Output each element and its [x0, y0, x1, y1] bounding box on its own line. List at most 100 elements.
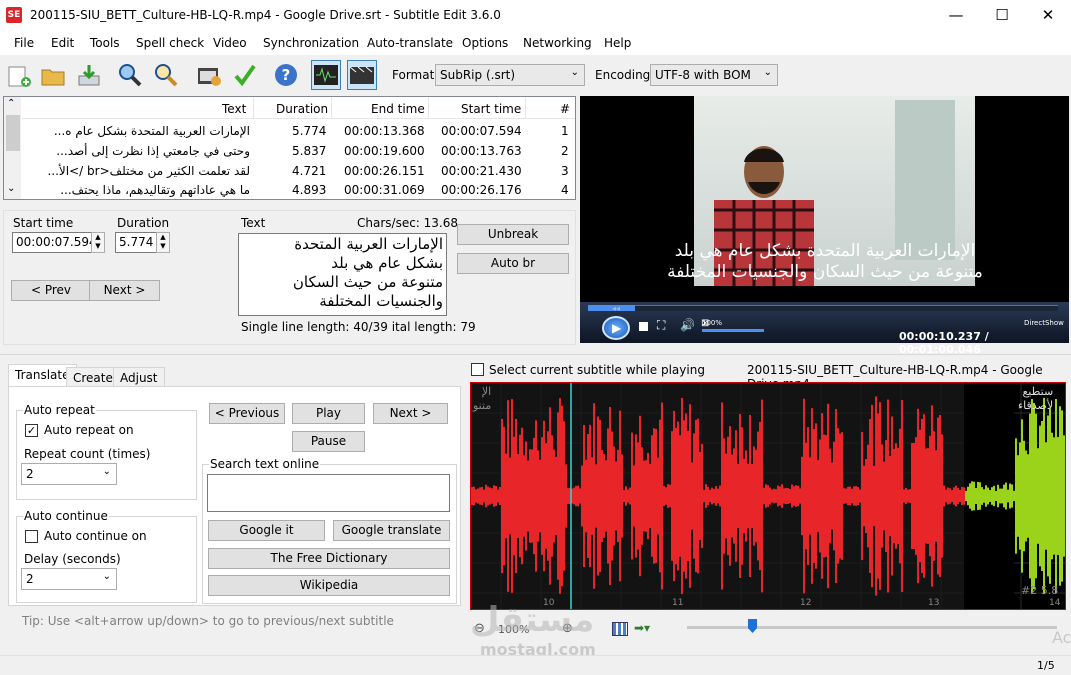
menu-networking[interactable]: Networking — [523, 36, 592, 50]
start-time-input[interactable]: 00:00:07.594 — [12, 232, 97, 253]
activation-hint: Ac — [1052, 628, 1071, 647]
scroll-down-icon[interactable]: ⌄ — [7, 183, 15, 194]
waveform-bar — [687, 430, 689, 562]
encoding-select[interactable]: UTF-8 with BOM ⌄ — [650, 64, 778, 86]
find-icon[interactable] — [115, 60, 145, 90]
play-text-button[interactable]: Play — [292, 403, 365, 424]
minimize-button[interactable]: — — [933, 0, 979, 31]
auto-br-button[interactable]: Auto br — [457, 253, 569, 274]
waveform-toggle-icon[interactable] — [311, 60, 341, 90]
visual-sync-icon[interactable] — [194, 60, 224, 90]
col-duration-header[interactable]: Duration — [276, 102, 328, 116]
waveform-bar — [849, 486, 851, 506]
waveform-bar — [767, 485, 769, 507]
waveform-bar — [795, 485, 797, 507]
unbreak-button[interactable]: Unbreak — [457, 224, 569, 245]
waveform-bar — [661, 402, 663, 590]
waveform-bar — [511, 399, 513, 593]
video-seek-bar[interactable] — [588, 305, 1058, 311]
prev-button[interactable]: < Prev — [11, 280, 91, 301]
auto-repeat-checkbox[interactable]: ✓ — [25, 424, 38, 437]
row-duration: 5.837 — [292, 144, 327, 158]
menu-video[interactable]: Video — [213, 36, 247, 50]
slider-thumb[interactable] — [748, 619, 757, 633]
waveform-bar — [597, 416, 599, 576]
text-label: Text — [241, 216, 266, 230]
menu-edit[interactable]: Edit — [51, 36, 74, 50]
duration-spinner[interactable]: ▲ ▼ — [156, 232, 170, 253]
rewind-icon[interactable]: ◂◂ — [612, 304, 620, 313]
format-select[interactable]: SubRip (.srt) ⌄ — [435, 64, 585, 86]
video-toggle-icon[interactable] — [347, 60, 377, 90]
next-text-button[interactable]: Next > — [373, 403, 448, 424]
stop-icon[interactable] — [639, 322, 648, 331]
menu-tools[interactable]: Tools — [90, 36, 120, 50]
tab-adjust[interactable]: Adjust — [113, 367, 165, 388]
row-num: 1 — [561, 124, 569, 138]
waveform-bar — [559, 398, 561, 594]
play-selection-icon[interactable]: ➡▾ — [634, 621, 650, 635]
maximize-button[interactable]: ☐ — [979, 0, 1025, 31]
search-text-input[interactable] — [207, 474, 450, 512]
waveform-bar — [547, 431, 549, 561]
free-dictionary-button[interactable]: The Free Dictionary — [208, 548, 450, 569]
subtitle-text-editor[interactable]: الإمارات العربية المتحدة بشكل عام هي بلد… — [238, 233, 447, 316]
scroll-up-icon[interactable]: ⌃ — [7, 98, 15, 109]
table-row[interactable]: لقد تعلمت الكثير من مختلف<br />الأ... 4.… — [22, 162, 575, 182]
save-download-icon[interactable] — [74, 60, 104, 90]
waveform-bar — [827, 403, 829, 589]
previous-button[interactable]: < Previous — [209, 403, 285, 424]
waveform-bar — [969, 483, 971, 509]
waveform-bar — [825, 435, 827, 557]
new-file-icon[interactable] — [4, 60, 34, 90]
fullscreen-icon[interactable]: ⛶ — [657, 318, 665, 333]
row-end: 00:00:31.069 — [344, 183, 425, 197]
menu-synchronization[interactable]: Synchronization — [263, 36, 359, 50]
col-num-header[interactable]: # — [560, 102, 570, 116]
replace-icon[interactable] — [151, 60, 181, 90]
spellcheck-check-icon[interactable] — [230, 60, 260, 90]
start-time-spinner[interactable]: ▲ ▼ — [91, 232, 105, 253]
next-button[interactable]: Next > — [89, 280, 160, 301]
mute-icon[interactable]: 🔊 — [680, 318, 695, 332]
scrollbar-thumb[interactable] — [6, 115, 20, 151]
col-text-header[interactable]: Text — [222, 102, 246, 116]
wikipedia-button[interactable]: Wikipedia — [208, 575, 450, 596]
menu-options[interactable]: Options — [462, 36, 508, 50]
duration-input[interactable]: 5.774 — [115, 232, 157, 253]
waveform-bar — [897, 448, 899, 544]
waveform-bar — [1063, 435, 1065, 557]
waveform-bar — [745, 450, 747, 542]
table-row[interactable]: وحتى في جامعتي إذا نظرت إلى أصد... 5.837… — [22, 142, 575, 162]
tab-create[interactable]: Create — [66, 367, 120, 388]
menu-auto-translate[interactable]: Auto-translate — [367, 36, 453, 50]
page-counter: 1/5 — [1037, 659, 1055, 672]
auto-continue-checkbox[interactable] — [25, 530, 38, 543]
menu-spell-check[interactable]: Spell check — [136, 36, 204, 50]
waveform-position-slider[interactable] — [687, 626, 1057, 629]
menu-help[interactable]: Help — [604, 36, 631, 50]
waveform-bar — [845, 488, 847, 504]
waveform-bar — [633, 465, 635, 527]
help-icon[interactable]: ? — [271, 60, 301, 90]
google-it-button[interactable]: Google it — [208, 520, 325, 541]
waveform-bar — [941, 434, 943, 558]
select-while-playing-checkbox[interactable] — [471, 363, 484, 376]
spectrogram-icon[interactable] — [612, 622, 628, 636]
google-translate-button[interactable]: Google translate — [333, 520, 450, 541]
open-folder-icon[interactable] — [38, 60, 68, 90]
table-row[interactable]: الإمارات العربية المتحدة بشكل عام ه... 5… — [22, 122, 575, 142]
row-start: 00:00:26.176 — [441, 183, 522, 197]
waveform-bar — [555, 456, 557, 536]
close-button[interactable]: ✕ — [1025, 0, 1071, 31]
repeat-count-select[interactable]: 2 ⌄ — [21, 463, 117, 485]
delay-select[interactable]: 2 ⌄ — [21, 568, 117, 590]
waveform-bar — [645, 460, 647, 532]
pause-button[interactable]: Pause — [292, 431, 365, 452]
waveform-bar — [723, 438, 725, 554]
col-start-header[interactable]: Start time — [461, 102, 521, 116]
table-row[interactable]: ما هي عاداتهم وتقاليدهم، ماذا يحتف... 4.… — [22, 182, 575, 199]
col-end-header[interactable]: End time — [371, 102, 425, 116]
waveform-bar — [527, 460, 529, 532]
menu-file[interactable]: File — [14, 36, 34, 50]
